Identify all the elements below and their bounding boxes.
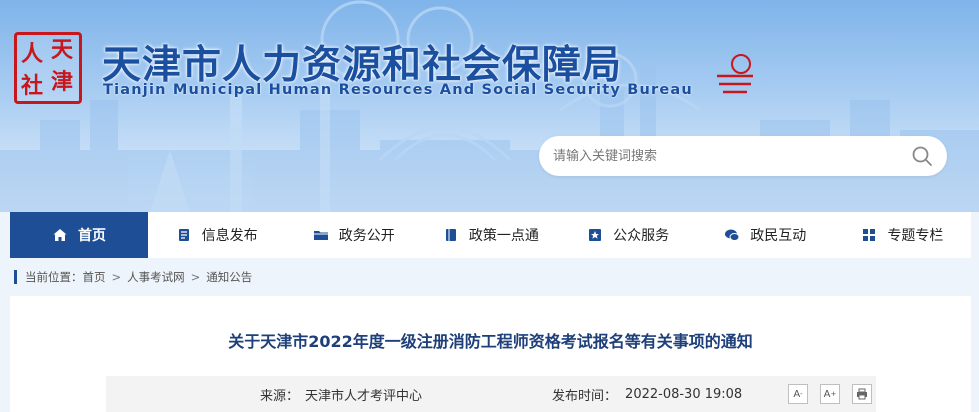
font-increase-button[interactable]: A + <box>820 384 840 404</box>
publish-time-label: 发布时间： <box>552 388 618 404</box>
source-label: 来源： <box>260 388 300 404</box>
nav-item-label: 政民互动 <box>750 228 807 244</box>
article-meta-bar: 来源： 天津市人才考评中心 发布时间： 2022-08-30 19:08 A- … <box>106 376 876 412</box>
folder-icon <box>313 231 328 240</box>
home-icon <box>53 229 67 241</box>
publish-time-value: 2022-08-30 19:08 <box>625 386 743 402</box>
nav-item-interaction[interactable]: 政民互动 <box>697 212 834 258</box>
search-input[interactable] <box>553 144 893 168</box>
nav-item-policy[interactable]: 政策一点通 <box>422 212 559 258</box>
seal-char: 人 <box>21 41 44 67</box>
gov-website-stamp-logo <box>713 50 757 96</box>
seal-char: 社 <box>21 73 44 99</box>
book-icon <box>445 229 456 241</box>
chat-icon <box>725 229 740 241</box>
font-decrease-icon: A <box>793 388 801 400</box>
nav-item-label: 首页 <box>78 228 106 244</box>
breadcrumb-link-notices[interactable]: 通知公告 <box>206 269 252 285</box>
print-button[interactable] <box>852 384 872 404</box>
header-banner: 天 津 人 社 天津市人力资源和社会保障局 Tianjin Municipal … <box>0 0 979 212</box>
nav-item-info-release[interactable]: 信息发布 <box>148 212 285 258</box>
search-icon[interactable] <box>911 145 933 167</box>
font-decrease-button[interactable]: A- <box>788 384 808 404</box>
main-navigation: 首页 信息发布 政务公开 政策一点通 公众服务 政民互动 专题专栏 <box>10 212 971 258</box>
print-icon <box>857 388 867 400</box>
breadcrumb-separator: > <box>111 270 122 284</box>
nav-item-public-service[interactable]: 公众服务 <box>560 212 697 258</box>
grid-icon <box>863 229 876 241</box>
nav-item-special-topics[interactable]: 专题专栏 <box>834 212 971 258</box>
nav-item-label: 政策一点通 <box>468 228 539 244</box>
stamp-icon <box>717 54 753 94</box>
nav-item-label: 专题专栏 <box>887 228 944 244</box>
breadcrumb-link-home[interactable]: 首页 <box>83 269 106 285</box>
search-box <box>539 136 947 176</box>
bureau-seal-logo: 天 津 人 社 <box>14 32 82 104</box>
breadcrumb: 当前位置： 首页 > 人事考试网 > 通知公告 <box>10 266 971 288</box>
nav-item-gov-affairs[interactable]: 政务公开 <box>285 212 422 258</box>
font-increase-icon: A <box>823 388 831 400</box>
breadcrumb-link-exam-site[interactable]: 人事考试网 <box>127 269 185 285</box>
nav-item-home[interactable]: 首页 <box>10 212 148 258</box>
city-skyline-illustration <box>0 0 979 212</box>
breadcrumb-prefix: 当前位置： <box>25 270 83 284</box>
seal-char: 津 <box>51 69 74 95</box>
nav-item-label: 信息发布 <box>201 228 258 244</box>
article-title: 关于天津市2022年度一级注册消防工程师资格考试报名等有关事项的通知 <box>228 332 753 351</box>
star-badge-icon <box>589 229 602 241</box>
seal-char: 天 <box>51 37 74 63</box>
article-container: 关于天津市2022年度一级注册消防工程师资格考试报名等有关事项的通知 来源： 天… <box>10 296 971 412</box>
site-title-english: Tianjin Municipal Human Resources And So… <box>103 82 693 98</box>
nav-item-label: 公众服务 <box>613 228 670 244</box>
document-icon <box>178 229 189 241</box>
nav-item-label: 政务公开 <box>338 228 395 244</box>
breadcrumb-separator: > <box>190 270 201 284</box>
source-value: 天津市人才考评中心 <box>305 388 423 404</box>
breadcrumb-marker <box>14 270 17 284</box>
